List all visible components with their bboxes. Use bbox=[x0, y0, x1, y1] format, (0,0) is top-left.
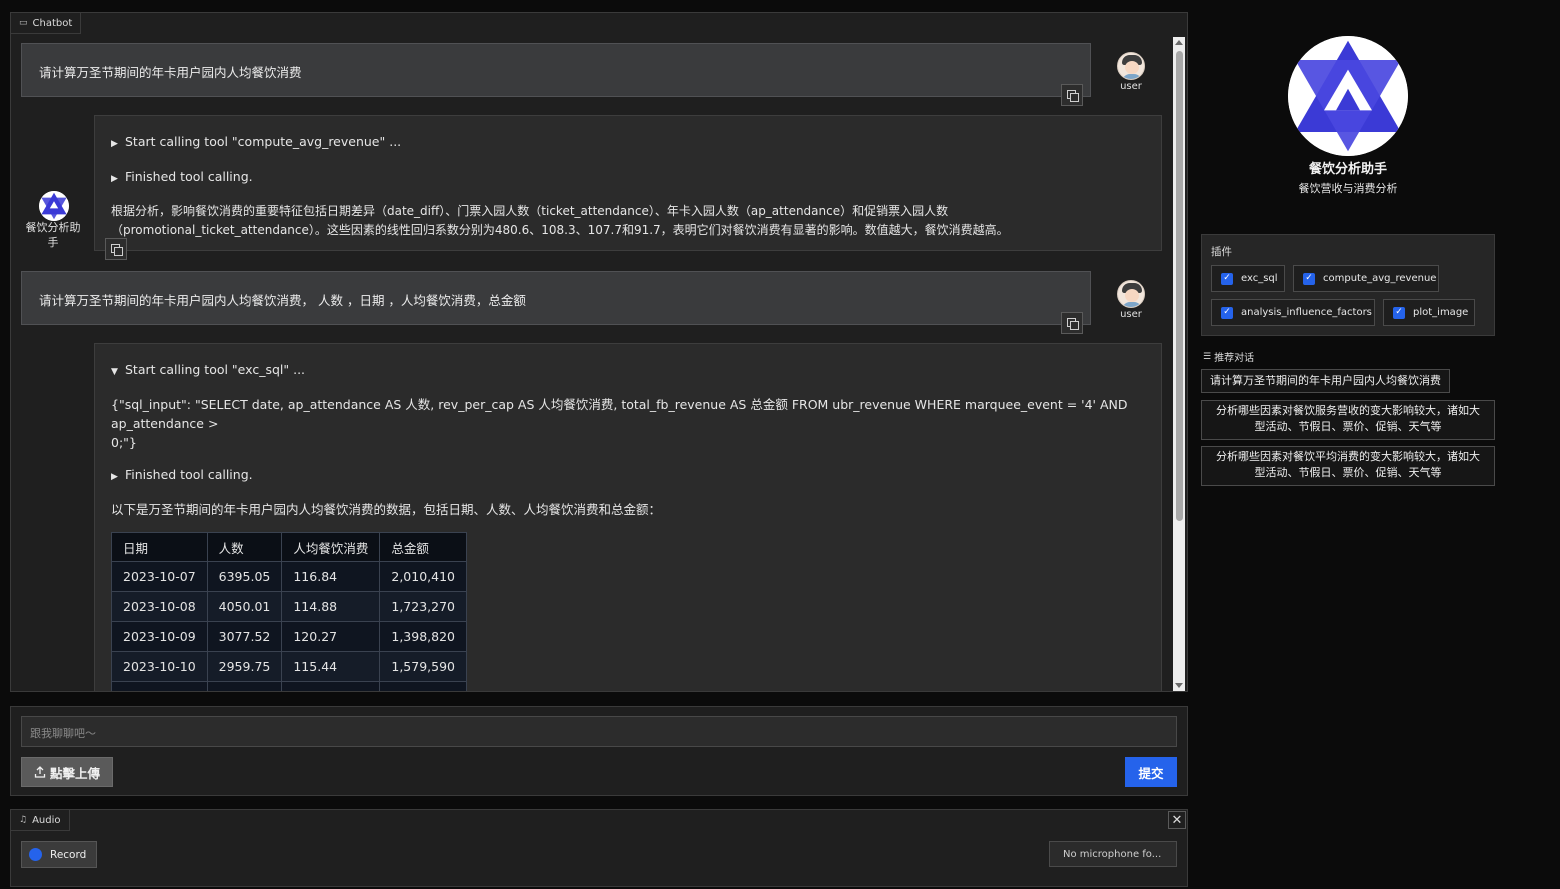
table-cell: 2959.75 bbox=[206, 651, 283, 682]
chat-scrollbar[interactable] bbox=[1173, 37, 1185, 691]
copy-icon bbox=[1067, 90, 1079, 102]
checkmark-icon: ✓ bbox=[1303, 272, 1315, 285]
expand-arrow-icon: ▶ bbox=[111, 472, 118, 482]
user-avatar bbox=[1117, 52, 1145, 80]
tool-call-summary[interactable]: ▼ Start calling tool "exc_sql" ... bbox=[111, 360, 1145, 382]
tool-finished-summary[interactable]: ▶ Finished tool calling. bbox=[111, 465, 1145, 487]
expand-arrow-icon: ▶ bbox=[111, 174, 118, 184]
table-row: 2023-10-07 6395.05 116.84 2,010,410 bbox=[111, 561, 467, 592]
plugin-checkbox-compute-avg-revenue[interactable]: ✓ compute_avg_revenue bbox=[1293, 265, 1439, 292]
table-header-cell: 总金额 bbox=[379, 532, 467, 562]
table-cell: 2023-10-10 bbox=[111, 651, 208, 682]
record-button[interactable]: Record bbox=[21, 841, 97, 868]
chat-icon: ▭ bbox=[19, 18, 28, 28]
microphone-select[interactable]: No microphone fo... bbox=[1049, 841, 1177, 867]
table-cell: 6395.05 bbox=[206, 561, 283, 592]
plugin-checkbox-analysis-influence-factors[interactable]: ✓ analysis_influence_factors bbox=[1211, 299, 1375, 326]
user-message-text: 请计算万圣节期间的年卡用户园内人均餐饮消费 bbox=[39, 65, 302, 80]
bot-message: ▼ Start calling tool "exc_sql" ... {"sql_… bbox=[94, 343, 1162, 691]
plugins-panel: 插件 ✓ exc_sql ✓ compute_avg_revenue ✓ ana… bbox=[1201, 234, 1495, 336]
copy-button[interactable] bbox=[105, 238, 127, 260]
user-message-text: 请计算万圣节期间的年卡用户园内人均餐饮消费， 人数 ，日期 ，人均餐饮消费，总金… bbox=[39, 293, 526, 308]
logo-star-icon bbox=[1288, 36, 1408, 156]
plugins-label: 插件 bbox=[1211, 246, 1232, 258]
table-cell: 115.44 bbox=[281, 651, 381, 682]
bot-message: ▶ Start calling tool "compute_avg_revenue… bbox=[94, 115, 1162, 251]
plugin-checkbox-exc-sql[interactable]: ✓ exc_sql bbox=[1211, 265, 1285, 292]
table-cell: 2023-10-09 bbox=[111, 621, 208, 652]
table-cell: 4050.01 bbox=[206, 591, 283, 622]
results-table: 日期 人数 人均餐饮消费 总金额 2023-10-07 6395.05 116.… bbox=[111, 532, 467, 691]
table-cell: 2023-10-08 bbox=[111, 591, 208, 622]
collapse-arrow-icon: ▼ bbox=[111, 367, 118, 377]
scrollbar-thumb[interactable] bbox=[1176, 51, 1183, 521]
table-cell: 2,010,410 bbox=[379, 561, 467, 592]
table-cell: 1,364,180 bbox=[379, 681, 467, 691]
message-input[interactable]: 跟我聊聊吧～ bbox=[21, 716, 1177, 747]
tool-call-summary[interactable]: ▶ Start calling tool "compute_avg_revenue… bbox=[111, 132, 1145, 154]
tool-finished-summary[interactable]: ▶ Finished tool calling. bbox=[111, 167, 1145, 189]
checkmark-icon: ✓ bbox=[1221, 306, 1233, 319]
user-name: user bbox=[1120, 81, 1142, 92]
audio-panel: ♫ Audio ✕ Record No microphone fo... bbox=[10, 809, 1188, 887]
recommendation-item[interactable]: 请计算万圣节期间的年卡用户园内人均餐饮消费 bbox=[1201, 369, 1450, 393]
bot-answer-text: 根据分析，影响餐饮消费的重要特征包括日期差异（date_diff）、门票入园人数… bbox=[111, 204, 1009, 237]
table-row: 2023-10-11 2764.2 125.16 1,364,180 bbox=[111, 681, 467, 691]
table-cell: 2023-10-11 bbox=[111, 681, 208, 691]
user-avatar bbox=[1117, 280, 1145, 308]
table-row: 2023-10-08 4050.01 114.88 1,723,270 bbox=[111, 591, 467, 622]
table-cell: 120.27 bbox=[281, 621, 381, 652]
close-audio-button[interactable]: ✕ bbox=[1168, 811, 1186, 829]
table-header-cell: 人均餐饮消费 bbox=[281, 532, 381, 562]
table-cell: 1,723,270 bbox=[379, 591, 467, 622]
list-icon: ☰ bbox=[1203, 351, 1212, 362]
bot-name: 餐饮分析助手 bbox=[25, 221, 81, 249]
plugin-checkbox-plot-image[interactable]: ✓ plot_image bbox=[1383, 299, 1475, 326]
table-cell: 2764.2 bbox=[206, 681, 283, 691]
table-cell: 2023-10-07 bbox=[111, 561, 208, 592]
table-header-cell: 日期 bbox=[111, 532, 208, 562]
table-cell: 1,398,820 bbox=[379, 621, 467, 652]
upload-button[interactable]: 點擊上傳 bbox=[21, 757, 113, 787]
audio-tab-label: ♫ Audio bbox=[10, 809, 70, 831]
copy-button[interactable] bbox=[1061, 84, 1083, 106]
app-title: 餐饮分析助手 bbox=[1308, 162, 1387, 177]
table-cell: 3077.52 bbox=[206, 621, 283, 652]
table-header-row: 日期 人数 人均餐饮消费 总金额 bbox=[111, 532, 467, 562]
user-name: user bbox=[1120, 309, 1142, 320]
message-input-panel: 跟我聊聊吧～ 點擊上傳 提交 bbox=[10, 706, 1188, 796]
music-note-icon: ♫ bbox=[19, 815, 28, 825]
table-cell: 116.84 bbox=[281, 561, 381, 592]
table-row: 2023-10-09 3077.52 120.27 1,398,820 bbox=[111, 621, 467, 652]
submit-button[interactable]: 提交 bbox=[1125, 757, 1177, 787]
scroll-down-arrow-icon[interactable] bbox=[1175, 683, 1183, 688]
copy-icon bbox=[1067, 318, 1079, 330]
chatbot-tab-label: ▭ Chatbot bbox=[11, 13, 82, 34]
table-row: 2023-10-10 2959.75 115.44 1,579,590 bbox=[111, 651, 467, 682]
recommendation-item[interactable]: 分析哪些因素对餐饮平均消费的变大影响较大，诸如大型活动、节假日、票价、促销、天气… bbox=[1201, 446, 1495, 486]
recommendation-item[interactable]: 分析哪些因素对餐饮服务营收的变大影响较大，诸如大型活动、节假日、票价、促销、天气… bbox=[1201, 400, 1495, 440]
user-message: 请计算万圣节期间的年卡用户园内人均餐饮消费 bbox=[21, 43, 1091, 106]
bot-answer-intro: 以下是万圣节期间的年卡用户园内人均餐饮消费的数据，包括日期、人数、人均餐饮消费和… bbox=[111, 502, 662, 517]
table-cell: 1,579,590 bbox=[379, 651, 467, 682]
user-message: 请计算万圣节期间的年卡用户园内人均餐饮消费， 人数 ，日期 ，人均餐饮消费，总金… bbox=[21, 271, 1091, 334]
table-header-cell: 人数 bbox=[206, 532, 283, 562]
checkmark-icon: ✓ bbox=[1393, 306, 1405, 319]
bot-avatar bbox=[39, 191, 69, 221]
chatbot-panel: ▭ Chatbot 请计算万圣节期间的年卡用户园内人均餐饮消费 user 餐饮分… bbox=[10, 12, 1188, 692]
sql-input-text: {"sql_input": "SELECT date, ap_attendanc… bbox=[111, 397, 1128, 450]
upload-icon bbox=[34, 766, 46, 778]
copy-icon bbox=[111, 244, 123, 256]
app-subtitle: 餐饮营收与消费分析 bbox=[1298, 182, 1398, 195]
recommendations-label: ☰ 推荐对话 bbox=[1203, 351, 1255, 365]
table-cell: 125.16 bbox=[281, 681, 381, 691]
record-dot-icon bbox=[29, 848, 42, 861]
scroll-up-arrow-icon[interactable] bbox=[1175, 40, 1183, 45]
checkmark-icon: ✓ bbox=[1221, 272, 1233, 285]
app-logo bbox=[1288, 36, 1408, 156]
expand-arrow-icon: ▶ bbox=[111, 139, 118, 149]
copy-button[interactable] bbox=[1061, 312, 1083, 334]
table-cell: 114.88 bbox=[281, 591, 381, 622]
